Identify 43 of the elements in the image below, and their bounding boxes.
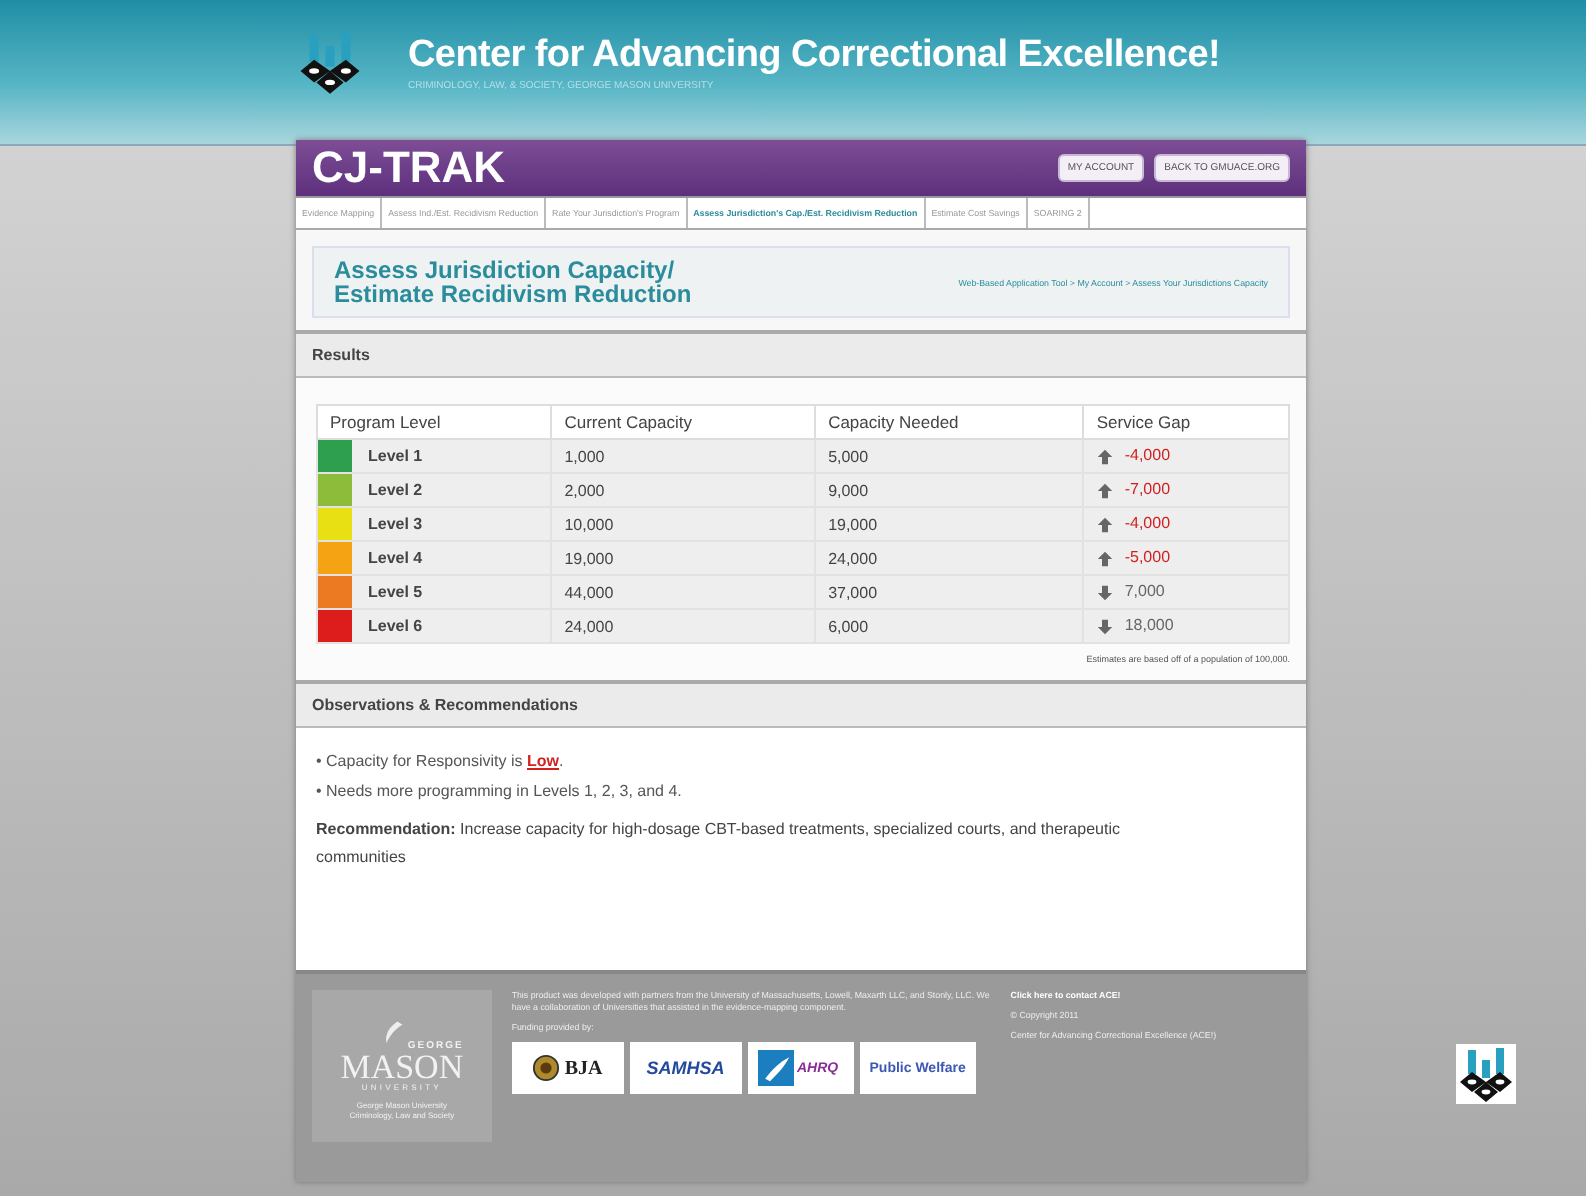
column-header: Program Level bbox=[317, 405, 552, 439]
bullet-text: • Capacity for Responsivity is Low. bbox=[316, 752, 566, 770]
samhsa-logo[interactable]: SAMHSA bbox=[629, 1042, 742, 1094]
table-cell: -4,000 bbox=[1124, 514, 1171, 533]
table-cell: -4,000 bbox=[1124, 446, 1171, 465]
bullet-text: • Needs more programming in Levels 1, 2, 3, and 4. bbox=[316, 782, 684, 800]
table-cell: 19,000 bbox=[815, 507, 1084, 541]
column-header: Capacity Needed bbox=[815, 405, 1084, 439]
table-cell: 18,000 bbox=[1124, 616, 1174, 635]
table-cell: 6,000 bbox=[815, 609, 1084, 643]
table-cell: 10,000 bbox=[551, 507, 816, 541]
recommendation-text: Recommendation: Increase capacity for high-dosage CBT-based treatments, specialized courts, and therapeutic communities bbox=[316, 818, 1122, 870]
table-cell: 24,000 bbox=[551, 609, 816, 643]
section-header: Results bbox=[296, 330, 1306, 378]
logo-icon bbox=[296, 28, 364, 96]
wordmark-text: MASON bbox=[340, 1052, 464, 1082]
column-header: Current Capacity bbox=[551, 405, 816, 439]
table-cell: Level 4 bbox=[368, 549, 423, 567]
table-cell: Level 1 bbox=[368, 447, 423, 465]
table-cell: 44,000 bbox=[551, 575, 816, 609]
table-cell: Level 3 bbox=[368, 515, 423, 533]
table-cell: 5,000 bbox=[815, 439, 1084, 473]
table-cell: 24,000 bbox=[815, 541, 1084, 575]
site-title: Center for Advancing Correctional Excellence! bbox=[408, 33, 1221, 77]
section-header: Observations & Recommendations bbox=[296, 680, 1306, 728]
table-cell: Level 2 bbox=[368, 481, 423, 499]
page-title: Assess Jurisdiction Capacity/ bbox=[334, 258, 677, 282]
table-cell: Level 6 bbox=[368, 617, 423, 635]
table-cell: Level 5 bbox=[368, 583, 423, 601]
bja-logo[interactable]: BJA bbox=[511, 1042, 624, 1094]
table-cell: 7,000 bbox=[1124, 582, 1165, 601]
table-cell: 1,000 bbox=[551, 439, 816, 473]
page-title: Estimate Recidivism Reduction bbox=[334, 282, 692, 306]
app-title: CJ-TRAK bbox=[312, 142, 506, 194]
table-cell: -7,000 bbox=[1124, 480, 1171, 499]
table-cell: 2,000 bbox=[551, 473, 816, 507]
table-cell: 37,000 bbox=[815, 575, 1084, 609]
table-cell: -5,000 bbox=[1124, 548, 1171, 567]
table-cell: 9,000 bbox=[815, 473, 1084, 507]
seal-icon bbox=[532, 1054, 561, 1082]
logo-icon bbox=[1456, 1044, 1516, 1104]
table-cell: 19,000 bbox=[551, 541, 816, 575]
column-header: Service Gap bbox=[1083, 405, 1289, 439]
